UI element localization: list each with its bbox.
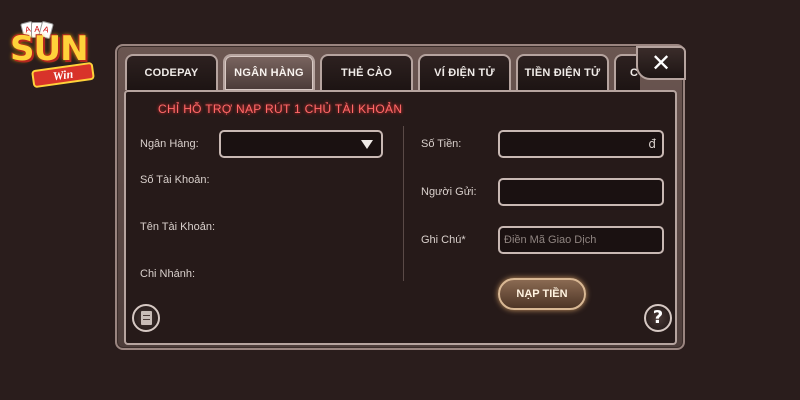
bank-label: Ngân Hàng: bbox=[140, 138, 199, 150]
amount-label: Số Tiền: bbox=[421, 138, 462, 150]
note-label: Ghi Chú* bbox=[421, 234, 466, 246]
column-divider bbox=[403, 126, 404, 281]
tab-bank[interactable]: NGÂN HÀNG bbox=[223, 54, 315, 90]
help-button[interactable]: ? bbox=[644, 304, 672, 332]
bank-panel: CHỈ HỖ TRỢ NẠP RÚT 1 CHỦ TÀI KHOẢN Ngân … bbox=[124, 90, 677, 345]
note-placeholder: Điền Mã Giao Dịch bbox=[504, 234, 597, 246]
notice-text: CHỈ HỖ TRỢ NẠP RÚT 1 CHỦ TÀI KHOẢN bbox=[158, 102, 403, 116]
deposit-button[interactable]: NẠP TIỀN bbox=[498, 278, 586, 310]
dropdown-caret-icon bbox=[361, 140, 373, 149]
tab-ewallet[interactable]: VÍ ĐIỆN TỬ bbox=[418, 54, 511, 90]
account-name-label: Tên Tài Khoản: bbox=[140, 221, 216, 233]
amount-input[interactable]: đ bbox=[498, 130, 664, 158]
tab-bar: CODEPAY NGÂN HÀNG THẺ CÀO VÍ ĐIỆN TỬ TIỀ… bbox=[125, 54, 640, 90]
sunwin-logo: A A A SUN Win bbox=[6, 20, 98, 92]
sender-input[interactable] bbox=[498, 178, 664, 206]
deposit-dialog: CODEPAY NGÂN HÀNG THẺ CÀO VÍ ĐIỆN TỬ TIỀ… bbox=[115, 44, 686, 350]
branch-label: Chi Nhánh: bbox=[140, 268, 196, 280]
currency-suffix: đ bbox=[648, 137, 656, 151]
bank-select[interactable] bbox=[219, 130, 383, 158]
history-icon bbox=[141, 311, 152, 325]
tab-card[interactable]: THẺ CÀO bbox=[320, 54, 413, 90]
close-icon: ✕ bbox=[650, 49, 672, 77]
tab-crypto[interactable]: TIỀN ĐIỆN TỬ bbox=[516, 54, 609, 90]
logo-text: SUN bbox=[10, 29, 89, 69]
note-input[interactable]: Điền Mã Giao Dịch bbox=[498, 226, 664, 254]
sender-label: Người Gửi: bbox=[421, 186, 477, 198]
tab-codepay[interactable]: CODEPAY bbox=[125, 54, 218, 90]
history-button[interactable] bbox=[132, 304, 160, 332]
account-number-label: Số Tài Khoản: bbox=[140, 174, 210, 186]
help-icon: ? bbox=[652, 307, 664, 328]
close-button[interactable]: ✕ bbox=[636, 46, 686, 80]
